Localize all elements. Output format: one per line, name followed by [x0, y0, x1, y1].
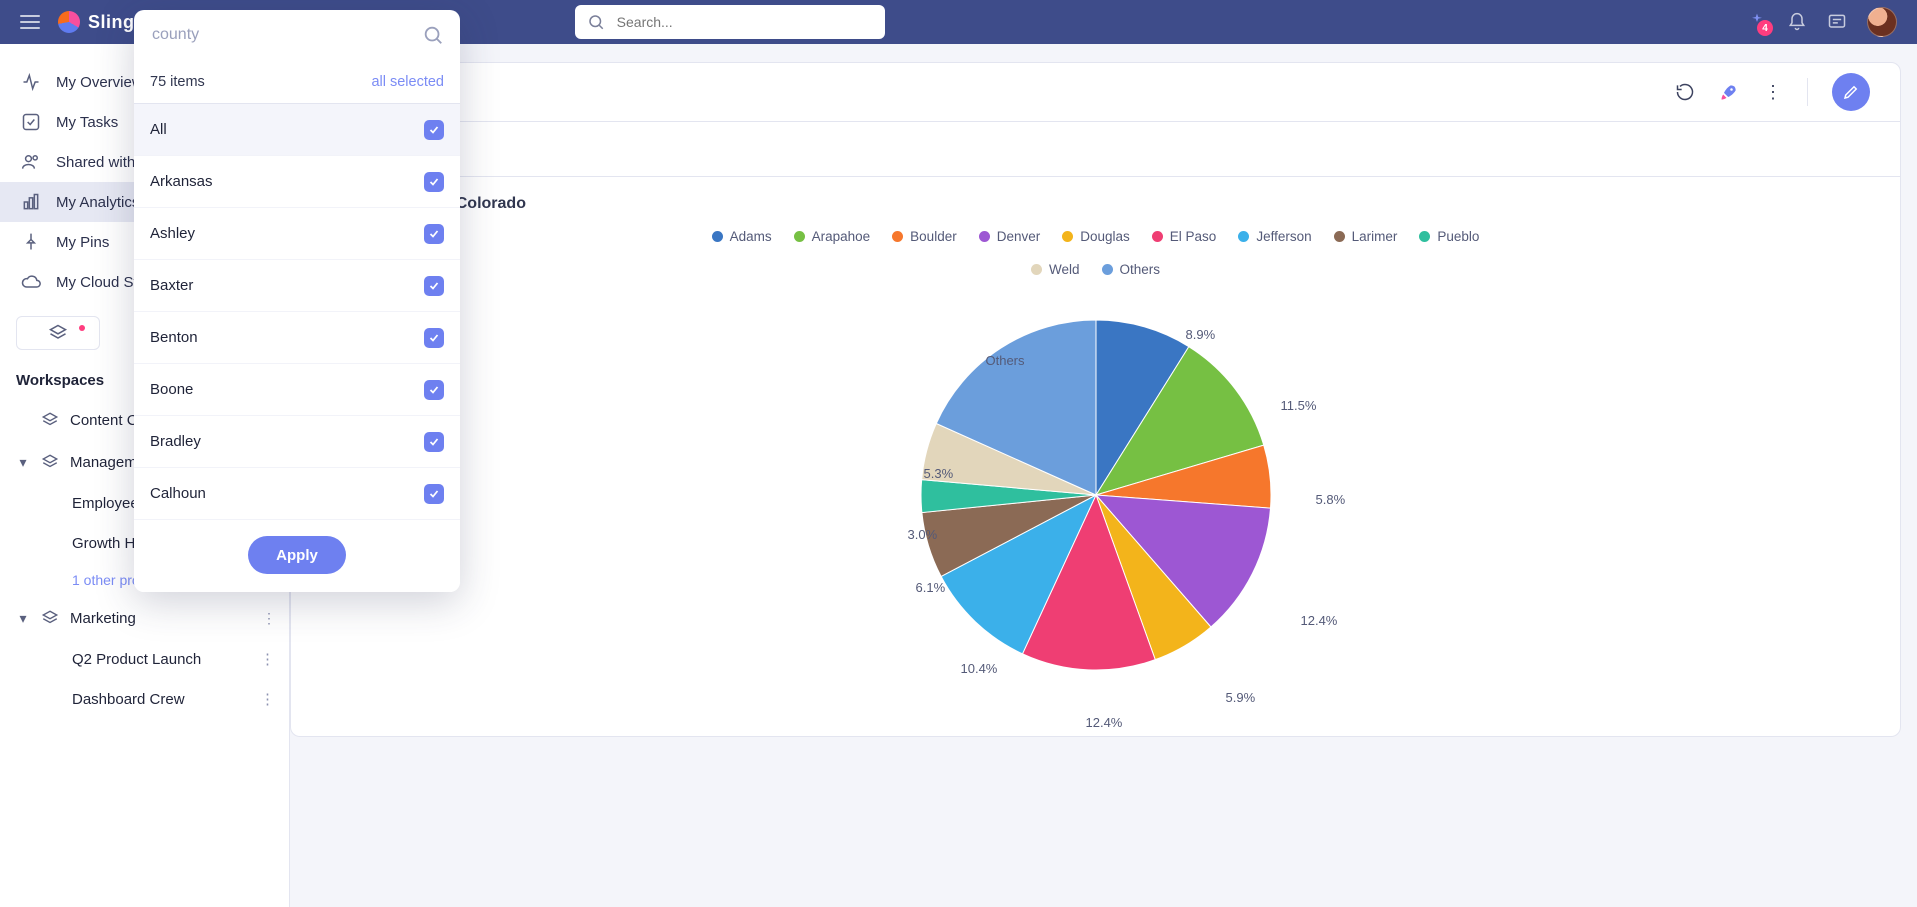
pie-slice-label: 12.4% — [1086, 715, 1123, 730]
workspace-child-dashboard-crew[interactable]: Dashboard Crew ⋮ — [0, 679, 289, 719]
dropdown-option[interactable]: Benton — [134, 312, 460, 364]
dropdown-count: 75 items — [150, 74, 205, 90]
cloud-icon — [20, 271, 42, 293]
layers-icon — [48, 323, 68, 343]
legend-item[interactable]: Denver — [979, 229, 1041, 244]
legend-item[interactable]: Jefferson — [1238, 229, 1311, 244]
global-search[interactable] — [575, 5, 885, 39]
pie-slice-label: 5.9% — [1226, 690, 1256, 705]
pie-slice-label: 3.0% — [908, 527, 938, 542]
check-square-icon — [20, 111, 42, 133]
nav-label: My Analytics — [56, 194, 139, 211]
overflow-menu-button[interactable]: ⋮ — [1763, 82, 1783, 102]
dropdown-search-input[interactable] — [150, 25, 412, 45]
dropdown-option[interactable]: Baxter — [134, 260, 460, 312]
nav-label: My Pins — [56, 234, 109, 251]
checkbox-checked-icon — [424, 484, 444, 504]
activity-icon — [20, 71, 42, 93]
chevron-down-icon: ▾ — [16, 610, 30, 627]
dropdown-all-selected-link[interactable]: all selected — [371, 74, 444, 90]
edit-button[interactable] — [1832, 73, 1870, 111]
chat-icon[interactable] — [1827, 12, 1847, 32]
chevron-down-icon: ▾ — [16, 454, 30, 471]
pie-chart: 8.9%11.5%5.8%12.4%5.9%12.4%10.4%6.1%3.0%… — [816, 285, 1376, 705]
search-icon — [422, 24, 444, 46]
dropdown-option-list[interactable]: AllArkansasAshleyBaxterBentonBooneBradle… — [134, 104, 460, 520]
pie-slice-label: 11.5% — [1281, 398, 1317, 413]
search-icon — [587, 13, 605, 31]
nav-label: My Overview — [56, 74, 143, 91]
notif-badge: 4 — [1757, 20, 1773, 36]
dropdown-option[interactable]: Ashley — [134, 208, 460, 260]
menu-toggle-button[interactable] — [20, 15, 40, 29]
dropdown-option[interactable]: Calhoun — [134, 468, 460, 520]
checkbox-checked-icon — [424, 328, 444, 348]
brand-logo-icon — [58, 11, 80, 33]
stack-icon — [40, 608, 60, 628]
checkbox-checked-icon — [424, 172, 444, 192]
sparkle-icon[interactable]: 4 — [1747, 12, 1767, 32]
chart-card: on 2010-2019 › Colorado Adams Arapahoe Bou… — [290, 177, 1901, 737]
checkbox-checked-icon — [424, 432, 444, 452]
stack-icon — [40, 452, 60, 472]
dropdown-meta: 75 items all selected — [134, 60, 460, 104]
county-filter-dropdown: 75 items all selected AllArkansasAshleyB… — [134, 10, 460, 592]
brand-name: Sling — [88, 12, 135, 33]
pie-slice-label: 5.8% — [1316, 492, 1346, 507]
checkbox-checked-icon — [424, 380, 444, 400]
user-avatar[interactable] — [1867, 7, 1897, 37]
content-area: ation ⋮ county: — [290, 44, 1917, 907]
legend-item[interactable]: Others — [1102, 262, 1161, 277]
refresh-button[interactable] — [1675, 82, 1695, 102]
more-icon[interactable]: ⋮ — [259, 610, 279, 627]
legend-item[interactable]: Larimer — [1334, 229, 1398, 244]
pie-slice-label: 10.4% — [961, 661, 998, 676]
dropdown-search-row — [134, 10, 460, 60]
legend-item[interactable]: Weld — [1031, 262, 1080, 277]
legend-item[interactable]: El Paso — [1152, 229, 1217, 244]
brand[interactable]: Sling — [58, 11, 135, 33]
chart-legend: Adams Arapahoe Boulder Denver Douglas El Paso… — [686, 229, 1506, 277]
dropdown-option[interactable]: Bradley — [134, 416, 460, 468]
bar-chart-icon — [20, 191, 42, 213]
stack-icon — [40, 410, 60, 430]
checkbox-checked-icon — [424, 120, 444, 140]
filter-active-dot — [79, 325, 85, 331]
page-header: ation ⋮ — [290, 62, 1901, 122]
layers-filter-button[interactable] — [16, 316, 100, 350]
pie-slice-label: 5.3% — [924, 466, 954, 481]
legend-item[interactable]: Douglas — [1062, 229, 1130, 244]
bell-icon[interactable] — [1787, 12, 1807, 32]
legend-item[interactable]: Boulder — [892, 229, 957, 244]
checkbox-checked-icon — [424, 276, 444, 296]
rocket-icon[interactable] — [1719, 82, 1739, 102]
pie-slice-label: Others — [986, 353, 1025, 368]
users-icon — [20, 151, 42, 173]
legend-item[interactable]: Adams — [712, 229, 772, 244]
pie-slice-label: 12.4% — [1301, 613, 1338, 628]
nav-label: My Tasks — [56, 114, 118, 131]
global-search-input[interactable] — [615, 13, 873, 31]
more-icon[interactable]: ⋮ — [260, 650, 275, 668]
dropdown-option[interactable]: Arkansas — [134, 156, 460, 208]
workspace-marketing[interactable]: ▾ Marketing ⋮ — [0, 597, 289, 639]
pin-icon — [20, 231, 42, 253]
divider — [1807, 78, 1808, 106]
legend-item[interactable]: Pueblo — [1419, 229, 1479, 244]
dropdown-option[interactable]: All — [134, 104, 460, 156]
apply-button[interactable]: Apply — [248, 536, 346, 574]
legend-item[interactable]: Arapahoe — [794, 229, 871, 244]
pie-slice-label: 6.1% — [916, 580, 946, 595]
checkbox-checked-icon — [424, 224, 444, 244]
dropdown-option[interactable]: Boone — [134, 364, 460, 416]
more-icon[interactable]: ⋮ — [260, 690, 275, 708]
breadcrumb: on 2010-2019 › Colorado — [321, 195, 1870, 213]
workspace-child-q2-launch[interactable]: Q2 Product Launch ⋮ — [0, 639, 289, 679]
filter-bar: county: All ▾ — [290, 122, 1901, 177]
pie-slice-label: 8.9% — [1186, 327, 1216, 342]
